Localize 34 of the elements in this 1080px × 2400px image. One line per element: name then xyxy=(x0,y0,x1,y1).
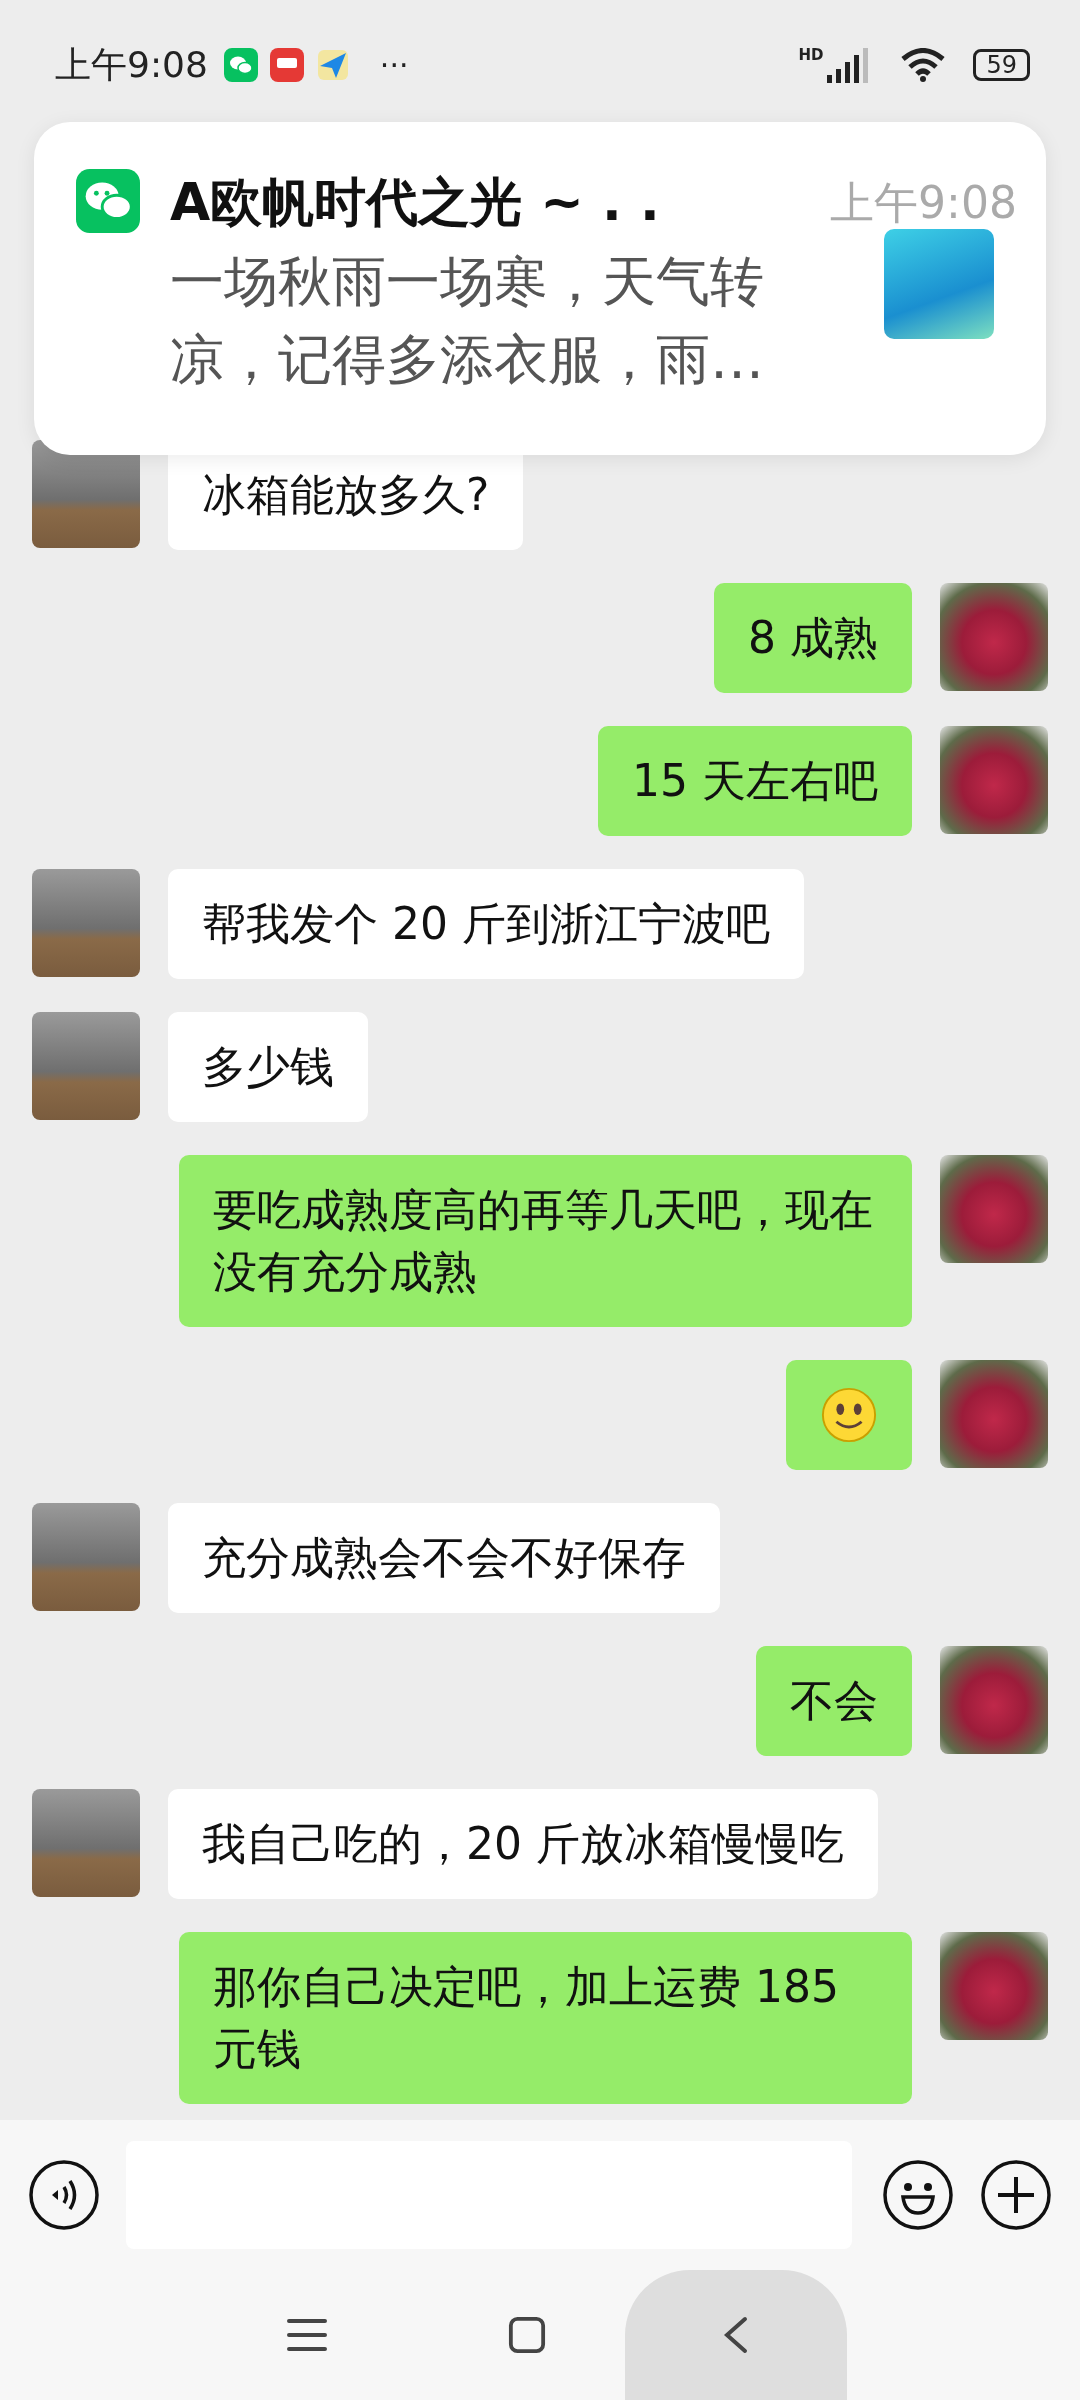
menu-icon[interactable] xyxy=(287,2316,327,2354)
notification-body: 一场秋雨一场寒，天气转凉，记得多添衣服，雨… xyxy=(170,249,765,393)
avatar-photo[interactable] xyxy=(940,726,1048,834)
status-time: 上午9:08 xyxy=(55,42,208,87)
paper-plane-icon xyxy=(315,48,350,82)
battery-indicator: 59 xyxy=(973,49,1030,81)
notification-title: A欧帆时代之光 ~ . . xyxy=(170,171,661,234)
chat-app-icon xyxy=(76,169,140,233)
chat-app-icon xyxy=(223,48,258,82)
message-bubble: 帮我发个 20 斤到浙江宁波吧 xyxy=(168,869,804,979)
add-icon[interactable] xyxy=(980,2159,1052,2231)
avatar-photo[interactable] xyxy=(940,583,1048,691)
message-bubble: 我自己吃的，20 斤放冰箱慢慢吃 xyxy=(168,1789,878,1899)
voice-icon[interactable] xyxy=(28,2159,100,2231)
message-bubble: 8 成熟 xyxy=(714,583,912,693)
smiley-icon xyxy=(820,1386,878,1444)
avatar-photo[interactable] xyxy=(940,1932,1048,2040)
notification-time: 上午9:08 xyxy=(830,176,1017,230)
notification-banner[interactable]: A欧帆时代之光 ~ . . 一场秋雨一场寒，天气转凉，记得多添衣服，雨… 上午9:08 xyxy=(34,122,1046,455)
message-bubble: 充分成熟会不会不好保存 xyxy=(168,1503,720,1613)
avatar-photo[interactable] xyxy=(940,1646,1048,1754)
avatar-photo[interactable] xyxy=(940,1360,1048,1468)
more-notifications-indicator: ··· xyxy=(379,47,409,83)
wifi-icon xyxy=(901,48,946,82)
message-bubble: 多少钱 xyxy=(168,1012,368,1122)
emoji-icon[interactable] xyxy=(882,2159,954,2231)
network-type-label: HD xyxy=(798,46,824,64)
message-bubble: 15 天左右吧 xyxy=(598,726,912,836)
news-app-icon xyxy=(269,48,304,82)
message-bubble: 要吃成熟度高的再等几天吧，现在没有充分成熟 xyxy=(179,1155,912,1327)
message-bubble: 不会 xyxy=(756,1646,912,1756)
message-bubble: 那你自己决定吧，加上运费 185 元钱 xyxy=(179,1932,912,2104)
home-icon[interactable] xyxy=(507,2316,547,2354)
avatar-photo[interactable] xyxy=(940,1155,1048,1263)
